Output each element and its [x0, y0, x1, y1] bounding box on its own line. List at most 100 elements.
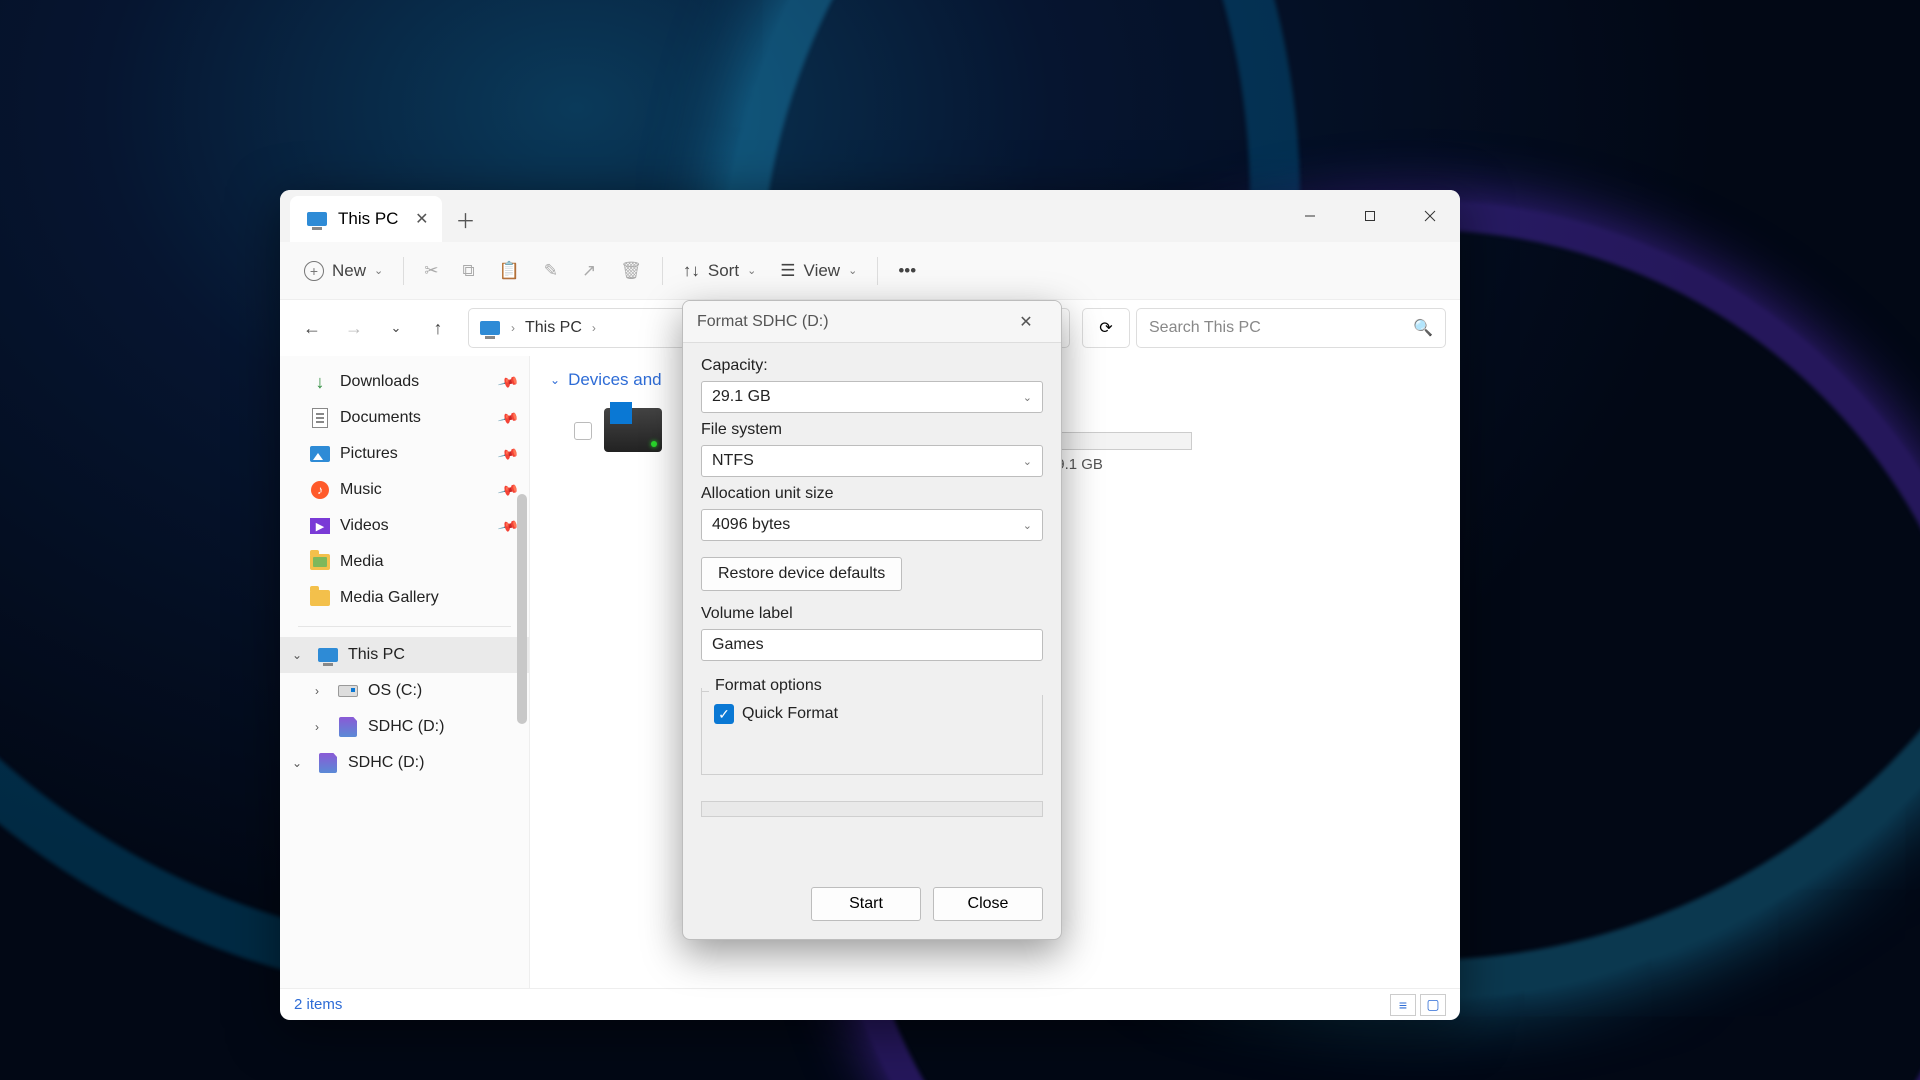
refresh-button[interactable]: ⟳ [1082, 308, 1130, 348]
cut-button[interactable]: ✂ [414, 253, 448, 289]
tab-this-pc[interactable]: This PC ✕ [290, 196, 442, 242]
details-view-toggle[interactable]: ≡ [1390, 994, 1416, 1016]
filesystem-label: File system [701, 421, 1043, 439]
filesystem-select[interactable]: NTFS ⌄ [701, 445, 1043, 477]
status-bar: 2 items ≡ ▢ [280, 988, 1460, 1020]
chevron-right-icon[interactable]: › [308, 720, 326, 734]
chevron-down-icon: ⌄ [747, 264, 756, 277]
drive-checkbox[interactable] [574, 422, 592, 440]
capacity-select[interactable]: 29.1 GB ⌄ [701, 381, 1043, 413]
paste-button[interactable]: 📋 [489, 253, 530, 289]
sidebar-tree-sdhc-d[interactable]: ›SDHC (D:) [280, 709, 529, 745]
back-button[interactable]: ← [294, 310, 330, 346]
chevron-down-icon: ⌄ [1023, 519, 1032, 532]
recent-dropdown[interactable]: ⌄ [378, 310, 414, 346]
dialog-title: Format SDHC (D:) [697, 313, 829, 331]
new-button[interactable]: + New ⌄ [294, 253, 393, 289]
minimize-button[interactable] [1280, 190, 1340, 242]
maximize-button[interactable] [1340, 190, 1400, 242]
quick-format-checkbox[interactable]: ✓ Quick Format [714, 704, 1030, 724]
titlebar: This PC ✕ ＋ [280, 190, 1460, 242]
clipboard-icon: 📋 [499, 261, 520, 281]
chevron-right-icon[interactable]: › [308, 684, 326, 698]
chevron-right-icon: › [511, 321, 515, 335]
copy-button[interactable]: ⧉ [452, 253, 484, 289]
up-button[interactable]: ↑ [420, 310, 456, 346]
close-window-button[interactable] [1400, 190, 1460, 242]
copy-icon: ⧉ [462, 261, 474, 281]
sidebar: ↓Downloads📌 Documents📌 Pictures📌 ♪Music📌… [280, 356, 530, 988]
restore-defaults-button[interactable]: Restore device defaults [701, 557, 902, 591]
scissors-icon: ✂ [424, 261, 438, 281]
drive-os-c[interactable] [574, 404, 694, 452]
sidebar-item-media-gallery[interactable]: Media Gallery [280, 580, 529, 616]
chevron-down-icon: ⌄ [550, 373, 560, 387]
allocation-label: Allocation unit size [701, 485, 1043, 503]
crumb-this-pc[interactable]: This PC [525, 319, 582, 337]
this-pc-icon [479, 317, 501, 339]
sd-card-icon [318, 753, 338, 773]
pin-icon: 📌 [496, 442, 520, 465]
music-icon: ♪ [310, 480, 330, 500]
sidebar-item-pictures[interactable]: Pictures📌 [280, 436, 529, 472]
sidebar-item-music[interactable]: ♪Music📌 [280, 472, 529, 508]
format-dialog: Format SDHC (D:) ✕ Capacity: 29.1 GB ⌄ F… [682, 300, 1062, 940]
sidebar-scrollbar[interactable] [517, 494, 527, 724]
new-tab-button[interactable]: ＋ [442, 196, 488, 242]
this-pc-icon [318, 645, 338, 665]
sd-card-icon [338, 717, 358, 737]
sidebar-item-videos[interactable]: ▶Videos📌 [280, 508, 529, 544]
share-icon: ↗ [582, 261, 596, 281]
dialog-titlebar: Format SDHC (D:) ✕ [683, 301, 1061, 343]
view-icon: ☰ [780, 261, 795, 281]
forward-button[interactable]: → [336, 310, 372, 346]
folder-icon [310, 552, 330, 572]
sort-icon: ↑↓ [683, 261, 700, 281]
more-button[interactable]: ••• [888, 253, 926, 289]
delete-button[interactable]: 🗑 [610, 253, 652, 289]
folder-icon [310, 588, 330, 608]
trash-icon: 🗑 [620, 261, 642, 281]
sidebar-tree-sdhc-d-root[interactable]: ⌄SDHC (D:) [280, 745, 529, 781]
toolbar: + New ⌄ ✂ ⧉ 📋 ✎ ↗ 🗑 ↑↓ Sort ⌄ ☰ View ⌄ •… [280, 242, 1460, 300]
large-icons-toggle[interactable]: ▢ [1420, 994, 1446, 1016]
allocation-select[interactable]: 4096 bytes ⌄ [701, 509, 1043, 541]
videos-icon: ▶ [310, 516, 330, 536]
chevron-down-icon[interactable]: ⌄ [288, 648, 306, 662]
chevron-down-icon[interactable]: ⌄ [288, 756, 306, 770]
capacity-label: Capacity: [701, 357, 1043, 375]
sidebar-tree-this-pc[interactable]: ⌄This PC [280, 637, 529, 673]
share-button[interactable]: ↗ [572, 253, 606, 289]
view-button[interactable]: ☰ View ⌄ [770, 253, 867, 289]
search-input[interactable]: Search This PC 🔍 [1136, 308, 1446, 348]
start-button[interactable]: Start [811, 887, 921, 921]
sidebar-item-documents[interactable]: Documents📌 [280, 400, 529, 436]
refresh-icon: ⟳ [1099, 318, 1112, 338]
chevron-down-icon: ⌄ [374, 264, 383, 277]
chevron-down-icon: ⌄ [848, 264, 857, 277]
rename-button[interactable]: ✎ [534, 253, 568, 289]
plus-circle-icon: + [304, 261, 324, 281]
hdd-icon [338, 681, 358, 701]
chevron-down-icon: ⌄ [1023, 455, 1032, 468]
close-tab-icon[interactable]: ✕ [411, 205, 432, 233]
rename-icon: ✎ [544, 261, 558, 281]
tab-title: This PC [338, 209, 398, 229]
sidebar-item-media[interactable]: Media [280, 544, 529, 580]
volume-label-input[interactable]: Games [701, 629, 1043, 661]
chevron-down-icon: ⌄ [1023, 391, 1032, 404]
documents-icon [310, 408, 330, 428]
ellipsis-icon: ••• [898, 261, 916, 281]
this-pc-icon [306, 208, 328, 230]
pin-icon: 📌 [496, 370, 520, 393]
pin-icon: 📌 [496, 406, 520, 429]
format-progress-bar [701, 801, 1043, 817]
sidebar-tree-os-c[interactable]: ›OS (C:) [280, 673, 529, 709]
close-button[interactable]: Close [933, 887, 1043, 921]
search-icon: 🔍 [1413, 318, 1433, 338]
checkbox-checked-icon: ✓ [714, 704, 734, 724]
format-options-label: Format options [709, 677, 1051, 695]
dialog-close-button[interactable]: ✕ [1005, 301, 1047, 343]
sidebar-item-downloads[interactable]: ↓Downloads📌 [280, 364, 529, 400]
sort-button[interactable]: ↑↓ Sort ⌄ [673, 253, 766, 289]
